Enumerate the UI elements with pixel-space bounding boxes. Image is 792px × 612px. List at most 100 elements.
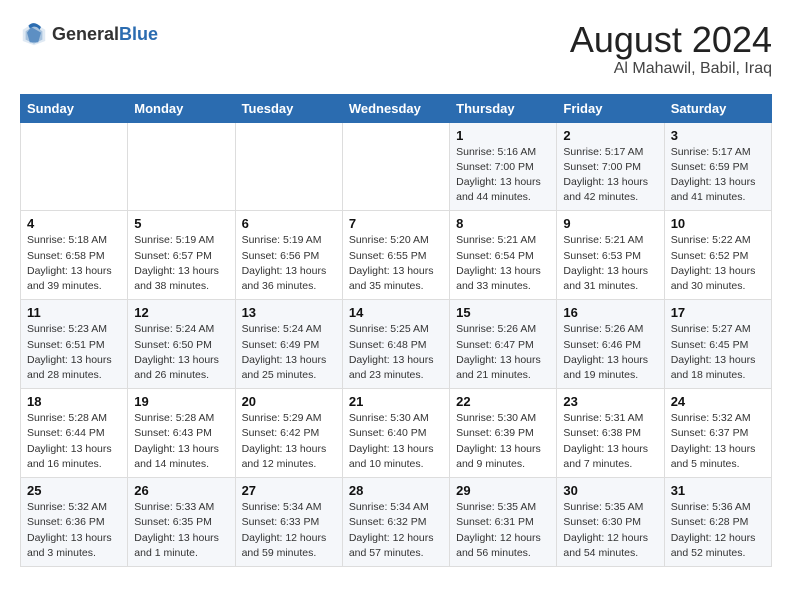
- calendar-cell: 9 Sunrise: 5:21 AMSunset: 6:53 PMDaylight…: [557, 211, 664, 300]
- calendar-cell: 11 Sunrise: 5:23 AMSunset: 6:51 PMDayligh…: [21, 300, 128, 389]
- day-number: 5: [134, 216, 228, 231]
- day-info: Sunrise: 5:33 AMSunset: 6:35 PMDaylight:…: [134, 500, 228, 561]
- calendar-cell: 16 Sunrise: 5:26 AMSunset: 6:46 PMDayligh…: [557, 300, 664, 389]
- day-info: Sunrise: 5:23 AMSunset: 6:51 PMDaylight:…: [27, 322, 121, 383]
- calendar-cell: 21 Sunrise: 5:30 AMSunset: 6:40 PMDayligh…: [342, 389, 449, 478]
- day-number: 11: [27, 305, 121, 320]
- calendar-cell: 20 Sunrise: 5:29 AMSunset: 6:42 PMDayligh…: [235, 389, 342, 478]
- calendar-cell: 28 Sunrise: 5:34 AMSunset: 6:32 PMDayligh…: [342, 478, 449, 567]
- calendar-title-block: August 2024 Al Mahawil, Babil, Iraq: [570, 20, 772, 78]
- calendar-cell: 12Sunrise: 5:24 AMSunset: 6:50 PMDayligh…: [128, 300, 235, 389]
- day-number: 10: [671, 216, 765, 231]
- logo-icon: [20, 20, 48, 48]
- calendar-cell: 19 Sunrise: 5:28 AMSunset: 6:43 PMDayligh…: [128, 389, 235, 478]
- header-saturday: Saturday: [664, 94, 771, 122]
- day-number: 25: [27, 483, 121, 498]
- day-number: 20: [242, 394, 336, 409]
- day-number: 30: [563, 483, 657, 498]
- logo: GeneralBlue: [20, 20, 158, 48]
- day-number: 4: [27, 216, 121, 231]
- header-sunday: Sunday: [21, 94, 128, 122]
- calendar-cell: 6Sunrise: 5:19 AMSunset: 6:56 PMDaylight…: [235, 211, 342, 300]
- calendar-cell: 31 Sunrise: 5:36 AMSunset: 6:28 PMDayligh…: [664, 478, 771, 567]
- calendar-header-row: SundayMondayTuesdayWednesdayThursdayFrid…: [21, 94, 772, 122]
- calendar-cell: 14 Sunrise: 5:25 AMSunset: 6:48 PMDayligh…: [342, 300, 449, 389]
- day-number: 3: [671, 128, 765, 143]
- day-number: 8: [456, 216, 550, 231]
- calendar-cell: 22 Sunrise: 5:30 AMSunset: 6:39 PMDayligh…: [450, 389, 557, 478]
- day-info: Sunrise: 5:18 AMSunset: 6:58 PMDaylight:…: [27, 233, 121, 294]
- day-number: 21: [349, 394, 443, 409]
- day-info: Sunrise: 5:21 AMSunset: 6:53 PMDaylight:…: [563, 233, 657, 294]
- calendar-cell: 3 Sunrise: 5:17 AMSunset: 6:59 PMDaylight…: [664, 122, 771, 211]
- calendar-cell: [342, 122, 449, 211]
- day-number: 28: [349, 483, 443, 498]
- day-number: 19: [134, 394, 228, 409]
- calendar-cell: 4 Sunrise: 5:18 AMSunset: 6:58 PMDaylight…: [21, 211, 128, 300]
- day-number: 13: [242, 305, 336, 320]
- calendar-cell: 13 Sunrise: 5:24 AMSunset: 6:49 PMDayligh…: [235, 300, 342, 389]
- day-info: Sunrise: 5:20 AMSunset: 6:55 PMDaylight:…: [349, 233, 443, 294]
- day-info: Sunrise: 5:32 AMSunset: 6:37 PMDaylight:…: [671, 411, 765, 472]
- calendar-cell: [21, 122, 128, 211]
- day-info: Sunrise: 5:26 AMSunset: 6:46 PMDaylight:…: [563, 322, 657, 383]
- logo-general: General: [52, 24, 119, 45]
- logo-blue: Blue: [119, 24, 158, 45]
- calendar-cell: [128, 122, 235, 211]
- day-info: Sunrise: 5:35 AMSunset: 6:30 PMDaylight:…: [563, 500, 657, 561]
- day-info: Sunrise: 5:19 AMSunset: 6:56 PMDaylight:…: [242, 233, 336, 294]
- calendar-location: Al Mahawil, Babil, Iraq: [570, 60, 772, 78]
- header-monday: Monday: [128, 94, 235, 122]
- header-friday: Friday: [557, 94, 664, 122]
- day-number: 29: [456, 483, 550, 498]
- header-tuesday: Tuesday: [235, 94, 342, 122]
- calendar-cell: 8 Sunrise: 5:21 AMSunset: 6:54 PMDaylight…: [450, 211, 557, 300]
- day-number: 7: [349, 216, 443, 231]
- day-info: Sunrise: 5:32 AMSunset: 6:36 PMDaylight:…: [27, 500, 121, 561]
- day-info: Sunrise: 5:34 AMSunset: 6:32 PMDaylight:…: [349, 500, 443, 561]
- day-number: 15: [456, 305, 550, 320]
- calendar-week-row: 18Sunrise: 5:28 AMSunset: 6:44 PMDayligh…: [21, 389, 772, 478]
- day-number: 12: [134, 305, 228, 320]
- day-number: 31: [671, 483, 765, 498]
- calendar-cell: 1Sunrise: 5:16 AMSunset: 7:00 PMDaylight…: [450, 122, 557, 211]
- day-info: Sunrise: 5:19 AMSunset: 6:57 PMDaylight:…: [134, 233, 228, 294]
- calendar-cell: [235, 122, 342, 211]
- day-info: Sunrise: 5:34 AMSunset: 6:33 PMDaylight:…: [242, 500, 336, 561]
- day-info: Sunrise: 5:36 AMSunset: 6:28 PMDaylight:…: [671, 500, 765, 561]
- day-number: 24: [671, 394, 765, 409]
- calendar-cell: 17Sunrise: 5:27 AMSunset: 6:45 PMDayligh…: [664, 300, 771, 389]
- day-info: Sunrise: 5:29 AMSunset: 6:42 PMDaylight:…: [242, 411, 336, 472]
- day-number: 1: [456, 128, 550, 143]
- day-number: 16: [563, 305, 657, 320]
- calendar-cell: 2Sunrise: 5:17 AMSunset: 7:00 PMDaylight…: [557, 122, 664, 211]
- day-info: Sunrise: 5:24 AMSunset: 6:49 PMDaylight:…: [242, 322, 336, 383]
- calendar-cell: 5 Sunrise: 5:19 AMSunset: 6:57 PMDaylight…: [128, 211, 235, 300]
- calendar-week-row: 11 Sunrise: 5:23 AMSunset: 6:51 PMDayligh…: [21, 300, 772, 389]
- calendar-cell: 27Sunrise: 5:34 AMSunset: 6:33 PMDayligh…: [235, 478, 342, 567]
- header-wednesday: Wednesday: [342, 94, 449, 122]
- calendar-cell: 10Sunrise: 5:22 AMSunset: 6:52 PMDayligh…: [664, 211, 771, 300]
- day-number: 22: [456, 394, 550, 409]
- day-number: 18: [27, 394, 121, 409]
- day-info: Sunrise: 5:31 AMSunset: 6:38 PMDaylight:…: [563, 411, 657, 472]
- day-info: Sunrise: 5:35 AMSunset: 6:31 PMDaylight:…: [456, 500, 550, 561]
- calendar-cell: 15 Sunrise: 5:26 AMSunset: 6:47 PMDayligh…: [450, 300, 557, 389]
- day-info: Sunrise: 5:30 AMSunset: 6:39 PMDaylight:…: [456, 411, 550, 472]
- calendar-cell: 7 Sunrise: 5:20 AMSunset: 6:55 PMDaylight…: [342, 211, 449, 300]
- calendar-week-row: 4 Sunrise: 5:18 AMSunset: 6:58 PMDaylight…: [21, 211, 772, 300]
- calendar-cell: 30 Sunrise: 5:35 AMSunset: 6:30 PMDayligh…: [557, 478, 664, 567]
- calendar-cell: 24 Sunrise: 5:32 AMSunset: 6:37 PMDayligh…: [664, 389, 771, 478]
- calendar-cell: 29 Sunrise: 5:35 AMSunset: 6:31 PMDayligh…: [450, 478, 557, 567]
- day-info: Sunrise: 5:30 AMSunset: 6:40 PMDaylight:…: [349, 411, 443, 472]
- day-info: Sunrise: 5:17 AMSunset: 6:59 PMDaylight:…: [671, 145, 765, 206]
- calendar-table: SundayMondayTuesdayWednesdayThursdayFrid…: [20, 94, 772, 567]
- day-info: Sunrise: 5:26 AMSunset: 6:47 PMDaylight:…: [456, 322, 550, 383]
- day-info: Sunrise: 5:27 AMSunset: 6:45 PMDaylight:…: [671, 322, 765, 383]
- calendar-month-year: August 2024: [570, 20, 772, 60]
- day-number: 14: [349, 305, 443, 320]
- day-info: Sunrise: 5:21 AMSunset: 6:54 PMDaylight:…: [456, 233, 550, 294]
- day-number: 9: [563, 216, 657, 231]
- day-info: Sunrise: 5:25 AMSunset: 6:48 PMDaylight:…: [349, 322, 443, 383]
- day-info: Sunrise: 5:28 AMSunset: 6:43 PMDaylight:…: [134, 411, 228, 472]
